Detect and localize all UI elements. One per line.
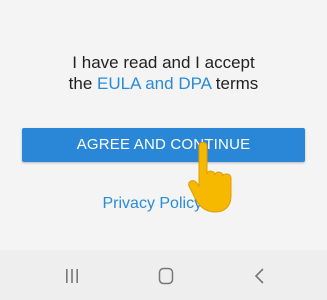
consent-line-2: the EULA and DPA terms xyxy=(0,73,327,94)
eula-dpa-link[interactable]: EULA and DPA xyxy=(97,74,211,93)
agree-and-continue-button[interactable]: AGREE AND CONTINUE xyxy=(22,128,305,162)
privacy-policy-label[interactable]: Privacy Policy xyxy=(102,195,202,212)
consent-line-2-prefix: the xyxy=(68,74,98,93)
consent-line-1: I have read and I accept xyxy=(72,53,255,72)
navigation-bar xyxy=(0,250,327,300)
recent-apps-icon[interactable] xyxy=(62,266,82,286)
consent-screen: I have read and I accept the EULA and DP… xyxy=(0,0,327,246)
consent-text: I have read and I accept the EULA and DP… xyxy=(0,52,327,94)
external-link-icon xyxy=(211,195,225,214)
privacy-policy-link[interactable]: Privacy Policy xyxy=(0,195,327,214)
consent-line-2-suffix: terms xyxy=(211,74,259,93)
home-icon[interactable] xyxy=(156,266,176,286)
back-icon[interactable] xyxy=(250,266,270,286)
